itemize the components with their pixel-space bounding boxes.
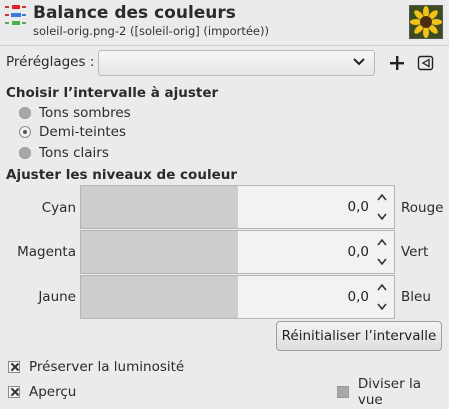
dialog-title: Balance des couleurs (33, 3, 236, 23)
spin-arrows-icon[interactable] (374, 233, 390, 271)
radio-indicator (19, 126, 31, 138)
radio-shadows[interactable]: Tons sombres (19, 104, 131, 122)
radio-label: Tons clairs (39, 145, 109, 161)
reset-range-button[interactable]: Réinitialiser l’intervalle (276, 321, 442, 351)
range-section-title: Choisir l’intervalle à ajuster (6, 85, 219, 101)
header-divider (0, 45, 449, 46)
plus-icon (390, 56, 404, 70)
radio-label: Demi-teintes (39, 124, 127, 140)
checkbox-indicator (337, 386, 349, 398)
spin-arrows-icon[interactable] (374, 278, 390, 316)
checkbox-label: Préserver la luminosité (29, 359, 185, 375)
checkbox-indicator (8, 386, 20, 398)
split-view-checkbox[interactable]: Diviser la vue (337, 376, 449, 408)
slider-value: 0,0 (347, 244, 369, 260)
radio-highlights[interactable]: Tons clairs (19, 144, 109, 162)
presets-menu-button[interactable] (416, 53, 436, 73)
blue-label: Bleu (401, 289, 431, 305)
sunflower-thumbnail (409, 5, 443, 39)
yellow-label: Jaune (38, 289, 76, 305)
slider-fill (81, 276, 238, 318)
radio-label: Tons sombres (39, 105, 131, 121)
green-label: Vert (401, 244, 429, 260)
presets-label: Préréglages : (6, 54, 95, 70)
magenta-label: Magenta (17, 244, 76, 260)
yellow-blue-slider[interactable]: 0,0 (80, 275, 395, 319)
cyan-label: Cyan (41, 200, 76, 216)
magenta-green-slider[interactable]: 0,0 (80, 230, 395, 274)
checkbox-indicator (8, 361, 20, 373)
red-label: Rouge (401, 200, 444, 216)
presets-combobox[interactable] (98, 50, 375, 76)
chevron-down-icon (353, 58, 365, 66)
color-balance-icon (5, 4, 27, 28)
checkbox-label: Diviser la vue (357, 376, 421, 408)
checkbox-label: Aperçu (29, 384, 77, 400)
cyan-red-slider[interactable]: 0,0 (80, 185, 395, 229)
slider-value: 0,0 (347, 289, 369, 305)
radio-indicator (19, 107, 31, 119)
preview-checkbox[interactable]: Aperçu (8, 383, 76, 401)
slider-fill (81, 231, 238, 273)
spin-arrows-icon[interactable] (374, 188, 390, 226)
menu-triangle-icon (417, 55, 434, 71)
slider-fill (81, 186, 238, 228)
radio-midtones[interactable]: Demi-teintes (19, 123, 126, 141)
slider-value: 0,0 (347, 199, 369, 215)
add-preset-button[interactable] (386, 52, 408, 74)
radio-indicator (19, 147, 31, 159)
levels-section-title: Ajuster les niveaux de couleur (6, 167, 237, 183)
image-subtitle: soleil-orig.png-2 ([soleil-orig] (import… (33, 24, 269, 38)
preserve-luminosity-checkbox[interactable]: Préserver la luminosité (8, 358, 184, 376)
